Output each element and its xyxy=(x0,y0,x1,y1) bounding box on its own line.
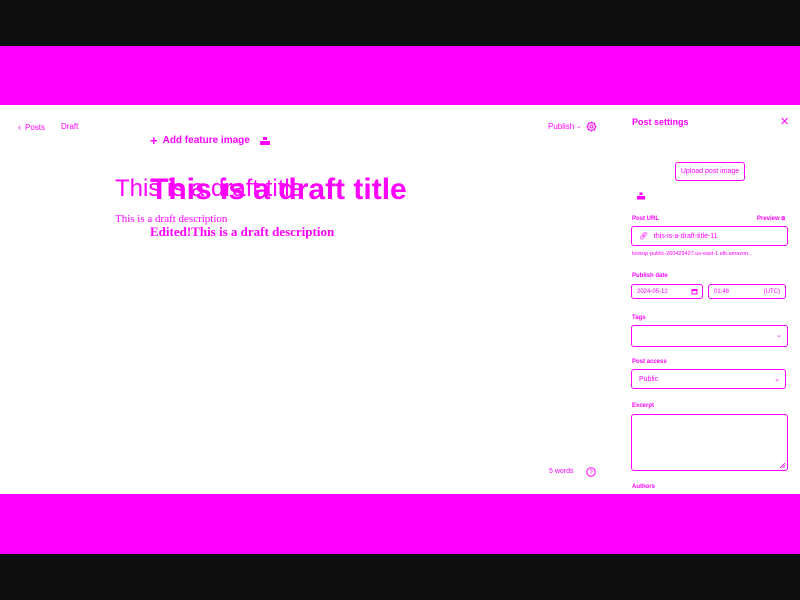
upload-post-image-button[interactable]: Upload post image xyxy=(675,162,745,181)
calendar-icon xyxy=(691,289,698,295)
close-icon[interactable]: ✕ xyxy=(780,115,789,128)
image-icon[interactable] xyxy=(636,192,646,200)
excerpt-label: Excerpt xyxy=(632,403,655,409)
preview-link[interactable]: Preview ⧉ xyxy=(757,216,785,222)
link-icon: 🔗︎ xyxy=(639,233,648,240)
authors-label: Authors xyxy=(632,484,655,490)
post-url-input[interactable]: 🔗︎ this-is-a-draft-title-11 xyxy=(631,226,788,246)
tags-select[interactable]: ⌄ xyxy=(631,325,788,347)
add-feature-image-label: Add feature image xyxy=(162,135,250,146)
timezone-label: (UTC) xyxy=(763,289,780,295)
chevron-down-icon: ⌄ xyxy=(774,376,780,383)
publish-button[interactable]: Publish ⌄ xyxy=(548,122,581,131)
image-icon[interactable] xyxy=(259,136,271,146)
help-icon[interactable]: ? xyxy=(586,467,596,477)
post-access-select[interactable]: Public ⌄ xyxy=(631,369,786,389)
post-url-hint: lookup-public-260429427.us-east-1.elb.am… xyxy=(632,251,753,257)
post-url-label: Post URL xyxy=(632,216,659,222)
word-count: 5 words xyxy=(549,468,574,475)
publish-date-label: Publish date xyxy=(632,273,668,279)
publish-date-value: 2024-05-12 xyxy=(637,288,668,295)
external-link-icon: ⧉ xyxy=(781,216,785,222)
post-settings-sidebar: Post settings ✕ Upload post image Post U… xyxy=(620,105,800,494)
publish-time-value: 01:48 xyxy=(714,288,730,295)
preview-label: Preview xyxy=(757,216,780,222)
resize-icon[interactable] xyxy=(780,463,785,468)
back-to-posts-link[interactable]: ‹ Posts xyxy=(18,122,45,132)
tags-label: Tags xyxy=(632,315,646,321)
chevron-down-icon: ⌄ xyxy=(576,124,582,130)
post-status: Draft xyxy=(61,122,79,131)
editor-topbar: ‹ Posts Draft Publish ⌄ xyxy=(0,105,620,149)
bottom-magenta-band xyxy=(0,494,800,554)
excerpt-textarea[interactable] xyxy=(631,414,788,471)
publish-time-input[interactable]: 01:48 (UTC) xyxy=(708,284,786,299)
add-feature-image-button[interactable]: + Add feature image xyxy=(150,132,250,148)
sidebar-title: Post settings xyxy=(632,117,689,127)
post-description-input[interactable]: Edited!This is a draft description xyxy=(150,224,334,240)
settings-icon[interactable] xyxy=(586,121,597,132)
ghost-editor: ‹ Posts Draft Publish ⌄ + Add feature im… xyxy=(0,105,800,494)
plus-icon: + xyxy=(150,132,158,148)
chevron-left-icon: ‹ xyxy=(18,122,21,132)
post-access-label: Post access xyxy=(632,359,667,365)
post-url-value: this-is-a-draft-title-11 xyxy=(653,232,718,240)
publish-date-input[interactable]: 2024-05-12 xyxy=(631,284,703,299)
post-title-input[interactable]: This is a draft title xyxy=(150,173,407,207)
chevron-down-icon: ⌄ xyxy=(776,332,782,339)
top-magenta-band xyxy=(0,46,800,105)
publish-label: Publish xyxy=(548,122,575,131)
post-access-value: Public xyxy=(639,375,659,383)
back-label: Posts xyxy=(25,122,46,132)
